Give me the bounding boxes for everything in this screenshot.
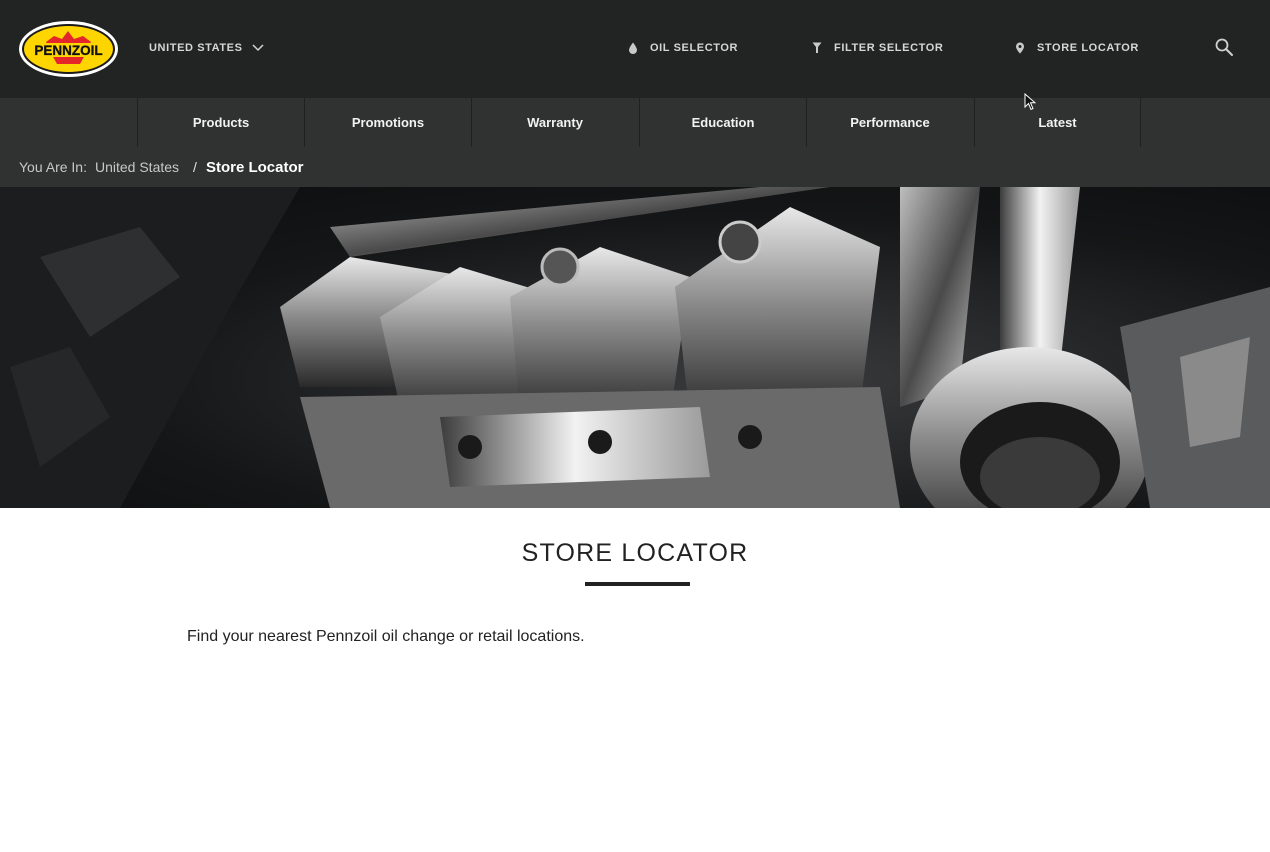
engine-illustration [0, 187, 1270, 508]
hero-banner-image [0, 187, 1270, 508]
intro-text: Find your nearest Pennzoil oil change or… [187, 628, 585, 645]
breadcrumb-prefix: You Are In: [19, 159, 87, 175]
country-selector-label: UNITED STATES [149, 42, 243, 54]
nav-item-latest[interactable]: Latest [974, 98, 1141, 147]
nav-item-label: Performance [850, 115, 930, 130]
store-locator-link[interactable]: STORE LOCATOR [1015, 40, 1139, 56]
oil-drop-icon [629, 42, 637, 54]
oil-selector-link[interactable]: OIL SELECTOR [628, 40, 738, 56]
map-pin-icon [1016, 42, 1024, 54]
nav-item-label: Warranty [527, 115, 583, 130]
nav-item-label: Promotions [351, 115, 425, 130]
breadcrumb-current: Store Locator [205, 158, 304, 176]
store-locator-label: STORE LOCATOR [1037, 42, 1139, 54]
site-header: PENNZOIL UNITED STATES OIL SELECTOR FILT… [0, 0, 1270, 98]
breadcrumb: You Are In: United States / Store Locato… [0, 147, 1270, 187]
nav-item-products[interactable]: Products [137, 98, 304, 147]
nav-item-warranty[interactable]: Warranty [471, 98, 638, 147]
breadcrumb-link-united-states[interactable]: United States [95, 159, 179, 175]
page-title: STORE LOCATOR [521, 539, 749, 567]
nav-item-label: Products [192, 115, 250, 130]
filter-funnel-icon [812, 42, 822, 53]
breadcrumb-separator: / [193, 159, 197, 175]
country-selector[interactable]: UNITED STATES [149, 41, 264, 55]
nav-item-education[interactable]: Education [639, 98, 806, 147]
nav-item-label: Latest [1038, 115, 1077, 130]
nav-item-promotions[interactable]: Promotions [304, 98, 471, 147]
chevron-down-icon [252, 44, 264, 52]
main-navigation: Products Promotions Warranty Education P… [0, 98, 1270, 147]
nav-item-performance[interactable]: Performance [806, 98, 973, 147]
filter-selector-label: FILTER SELECTOR [834, 42, 944, 54]
nav-item-label: Education [691, 115, 755, 130]
filter-selector-link[interactable]: FILTER SELECTOR [812, 40, 943, 56]
oil-selector-label: OIL SELECTOR [650, 42, 739, 54]
svg-text:PENNZOIL: PENNZOIL [34, 43, 102, 58]
title-underline [585, 582, 690, 586]
search-icon[interactable] [1214, 37, 1234, 57]
pennzoil-logo[interactable]: PENNZOIL [18, 20, 119, 78]
